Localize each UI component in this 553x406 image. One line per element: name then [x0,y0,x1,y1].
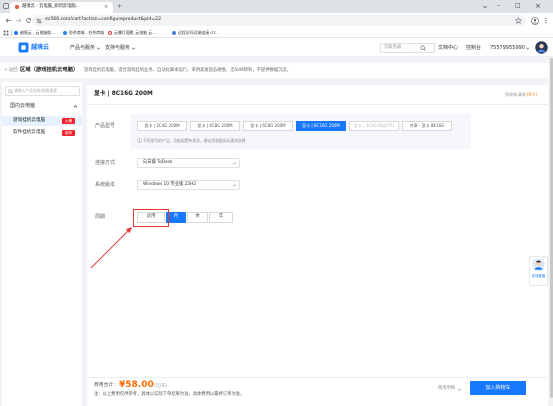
page-title: 区域（游戏挂机云电脑） [20,67,79,74]
model-option[interactable]: 显卡 | 4C8G 200M [190,121,240,131]
annotation-highlight-box [133,209,169,227]
header-search-placeholder: 云服务器 [384,45,402,50]
bookmark-item[interactable]: 远程访问远端连接 GT... [178,31,219,35]
console-link[interactable]: 控制台 [466,45,481,51]
period-month-button[interactable]: 月 [166,212,186,223]
hot-badge: 火爆 [62,118,75,124]
price-note: 注：以上费用仅供参考，具体以实际下单结果为准，具体费用以最终订单为准。 [94,392,245,397]
bookmark-item[interactable]: 秒杀商城 - 秒杀商城 [69,31,104,35]
chevron-down-icon [96,46,101,51]
chevron-down-icon [525,46,530,51]
window-close-button[interactable]: × [535,2,541,10]
bookmark-favicon [14,31,18,35]
url-text[interactable]: ec566.com/cart?action=configureproduct&p… [45,18,161,23]
period-quarter-button[interactable]: 季 [187,212,208,223]
star-icon[interactable] [515,17,522,24]
model-option[interactable]: 显卡 | 6C8G 200M [243,121,293,131]
model-label: 产品型号 [95,122,116,129]
config-title: 显卡 | 8C16G 200M [94,90,153,97]
total-label: 费用合计： [94,383,118,388]
chevron-down-icon [232,183,237,188]
page-description: 游戏挂机云电脑，适合游戏挂机业务，自动化脚本运行，采用高速固态硬盘，无SVM转利… [84,67,292,73]
search-icon[interactable] [420,45,426,51]
sidebar-item-label: 软件挂机云电脑 [13,130,46,135]
model-option-disabled: 显卡 | 4C8G 四倍CPU [349,121,399,131]
menu-icon[interactable] [544,17,548,24]
logo-icon[interactable] [18,42,29,53]
tab-title: 越境云 - 云电脑_如何云电脑... [22,4,80,10]
window-maximize-button[interactable]: □ [515,3,521,9]
avatar[interactable] [535,41,548,54]
sidebar-search-placeholder: 请输入产品名称/规格搜索 [14,88,58,93]
back-icon[interactable] [5,17,12,24]
footer-divider [87,377,548,378]
service-avatar[interactable] [532,258,545,271]
os-label: 系统版本 [95,181,116,188]
nav-support[interactable]: 支持与服务 [105,45,130,51]
cart-list-label[interactable]: 购物车清单 [505,92,526,97]
tab-search-icon[interactable] [3,3,9,9]
bookmark-favicon [63,31,67,35]
forward-icon[interactable] [15,17,22,24]
chevron-up-icon[interactable] [73,104,78,109]
page-scrollbar-thumb[interactable] [549,58,553,398]
model-options-panel [131,114,471,149]
connect-value: 向日葵 ToDesk [143,160,173,165]
info-icon [137,138,142,143]
site-info-icon[interactable] [36,18,42,24]
price-per-day: (7元/天) [151,383,168,389]
search-icon [8,88,13,94]
recommend-badge: 推荐 [62,130,75,136]
title-divider [87,103,548,104]
chevron-down-icon [131,46,136,51]
site-favicon [15,5,19,9]
add-to-cart-button[interactable]: 加入购物车 [470,381,526,395]
new-tab-button[interactable]: + [117,3,122,10]
account-name[interactable]: 75579955990 [490,45,525,51]
cart-count[interactable]: (0个) [527,92,537,97]
os-value: Windows 10 专业版 22H2 [143,182,197,187]
docs-link[interactable]: 文档中心 [438,45,458,51]
bookmark-divider [11,30,12,36]
nav-products[interactable]: 产品与服务 [70,45,95,51]
connect-label: 连接方式 [95,159,116,166]
profile-icon[interactable] [531,16,539,25]
model-option-selected[interactable]: 显卡 | 8C16G 200M [296,121,346,131]
cost-detail-toggle[interactable]: 费用明细 [438,386,455,391]
bookmark-item[interactable]: 云爆灯塔鹏_云电脑 云... [114,31,156,35]
model-option[interactable]: 共享 · 显卡 8K16G [402,121,452,131]
tab-list-chevron-icon[interactable] [482,4,488,10]
tab-close-icon[interactable]: × [104,4,108,10]
model-tip: 不同型号的产品，功能配置有差异，建议您根据实际需求选择 [143,137,246,143]
window-minimize-button[interactable]: – [497,3,500,9]
chevron-down-icon [232,161,237,166]
bookmark-item[interactable]: 越境云 - 云电脑助... [20,31,55,35]
bookmark-favicon [172,31,176,35]
period-label: 周期 [95,214,106,220]
service-label: 在线客服 [531,274,546,278]
back-link[interactable]: < 返回 [4,68,18,73]
period-year-button[interactable]: 年 [209,212,233,223]
logo-text[interactable]: 越境云 [31,45,49,51]
sidebar-group-title[interactable]: 国内云电脑 [10,104,35,109]
bookmark-favicon [108,31,112,35]
sidebar-item-label: 游戏挂机云电脑 [13,118,46,123]
apps-icon[interactable] [3,30,9,36]
chevron-down-icon [457,387,462,392]
total-price: ¥58.00 [119,380,154,390]
reload-icon[interactable] [25,17,32,24]
model-option[interactable]: 显卡 | 2C4G 200M [137,121,187,131]
